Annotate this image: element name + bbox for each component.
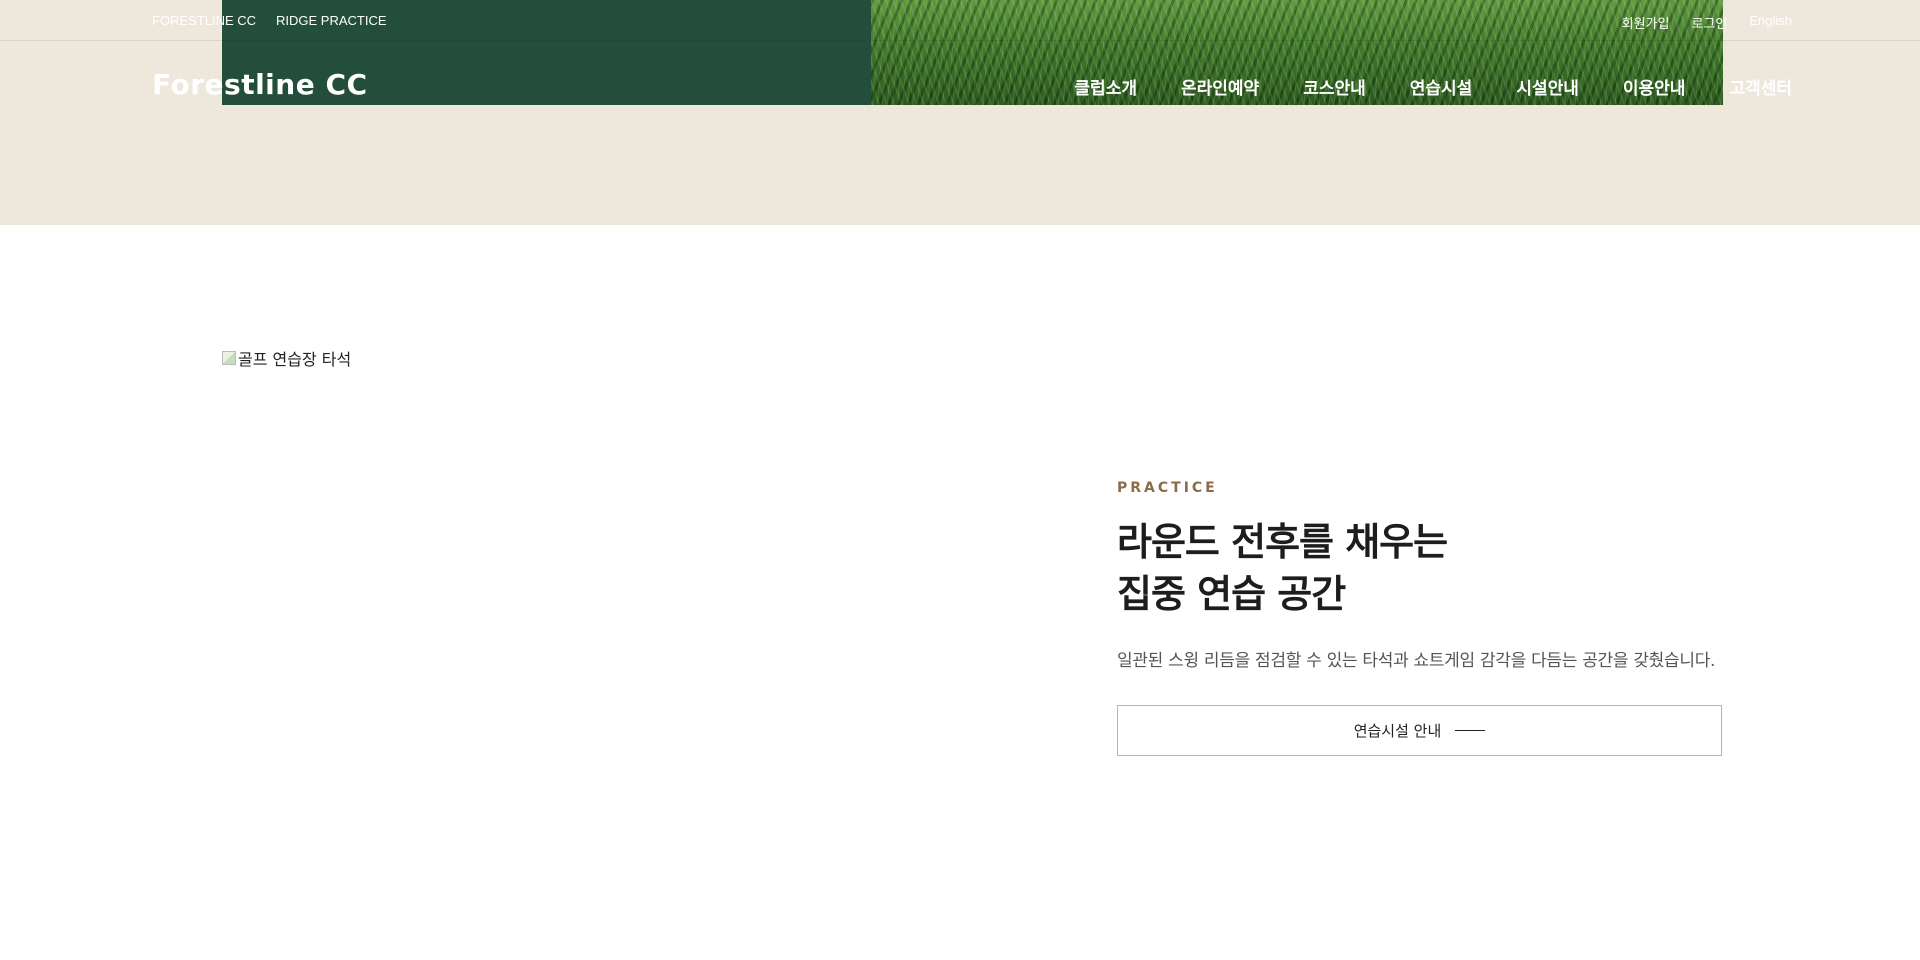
practice-image: 골프 연습장 타석 — [222, 346, 351, 370]
site-logo[interactable]: Forestline CC — [152, 68, 368, 101]
cta-label: 연습시설 안내 — [1353, 722, 1442, 740]
nav-item-club-intro[interactable]: 클럽소개 — [1074, 74, 1137, 99]
nav-item-customer-center[interactable]: 고객센터 — [1729, 74, 1792, 99]
nav-item-usage-guide[interactable]: 이용안내 — [1623, 74, 1686, 99]
nav-item-practice-facility[interactable]: 연습시설 — [1410, 74, 1473, 99]
topbar-divider — [0, 40, 1920, 41]
login-link[interactable]: 로그인 — [1691, 13, 1727, 32]
heading-line-1: 라운드 전후를 채우는 — [1117, 520, 1448, 564]
nav-item-course-info[interactable]: 코스안내 — [1303, 74, 1366, 99]
practice-facility-button[interactable]: 연습시설 안내 — [1117, 705, 1722, 756]
section-description: 일관된 스윙 리듬을 점검할 수 있는 타석과 쇼트게임 감각을 다듬는 공간을… — [1117, 651, 1716, 671]
broken-image-icon — [222, 351, 236, 365]
section-heading: 라운드 전후를 채우는 집중 연습 공간 — [1117, 516, 1722, 620]
english-link[interactable]: English — [1749, 13, 1792, 32]
topbar-link-forestline[interactable]: FORESTLINE CC — [152, 13, 256, 28]
practice-image-alt: 골프 연습장 타석 — [238, 350, 352, 369]
heading-line-2: 집중 연습 공간 — [1117, 572, 1346, 616]
topbar-left-links: FORESTLINE CC RIDGE PRACTICE — [152, 13, 387, 28]
topbar-link-ridge-practice[interactable]: RIDGE PRACTICE — [276, 13, 387, 28]
topbar-right-links: 회원가입 로그인 English — [1622, 13, 1792, 32]
nav-item-facility-info[interactable]: 시설안내 — [1516, 74, 1579, 99]
practice-section: PRACTICE 라운드 전후를 채우는 집중 연습 공간 일관된 스윙 리듬을… — [1117, 480, 1722, 756]
nav-item-online-reservation[interactable]: 온라인예약 — [1181, 74, 1259, 99]
section-eyebrow: PRACTICE — [1117, 480, 1218, 496]
signup-link[interactable]: 회원가입 — [1622, 13, 1670, 32]
main-nav: 클럽소개 온라인예약 코스안내 연습시설 시설안내 이용안내 고객센터 — [1074, 74, 1792, 99]
arrow-line-icon — [1455, 730, 1486, 731]
